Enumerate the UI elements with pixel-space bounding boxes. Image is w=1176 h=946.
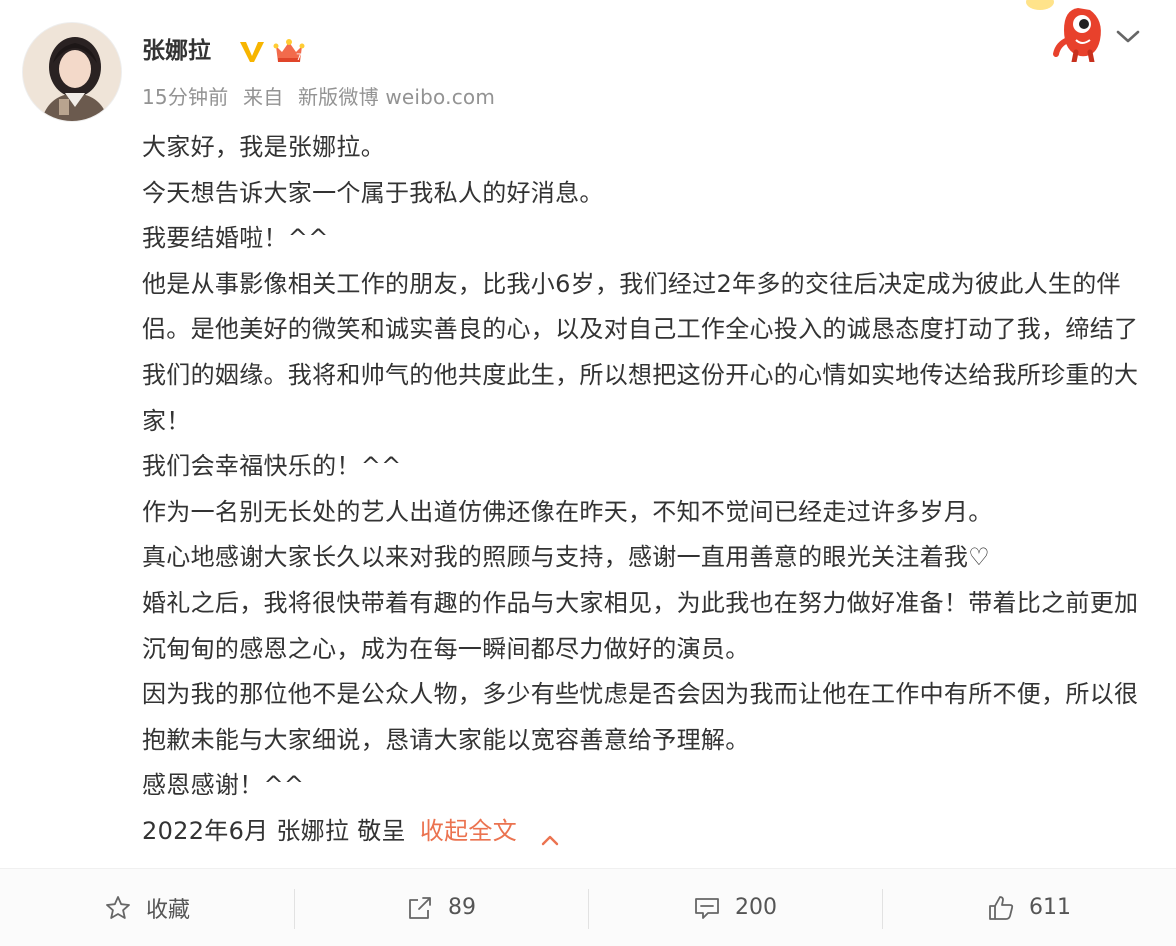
like-count: 611 — [1029, 895, 1071, 920]
mascot-icon — [1020, 0, 1110, 65]
comment-count: 200 — [735, 895, 777, 920]
chevron-up-icon[interactable] — [539, 821, 561, 845]
post-signature: 2022年6月 张娜拉 敬呈 — [142, 816, 406, 845]
post-paragraph: 他是从事影像相关工作的朋友，比我小6岁，我们经过2年多的交往后决定成为彼此人生的… — [142, 269, 1139, 435]
share-icon — [409, 896, 431, 919]
post-paragraph: 作为一名别无长处的艺人出道仿佛还像在昨天，不知不觉间已经走过许多岁月。 — [142, 497, 993, 526]
repost-button[interactable]: 89 — [294, 869, 588, 946]
source-prefix: 来自 — [243, 85, 284, 109]
post-meta: 15分钟前 来自 新版微博 weibo.com — [142, 82, 495, 112]
avatar[interactable] — [22, 22, 122, 122]
post-paragraph: 婚礼之后，我将很快带着有趣的作品与大家相见，为此我也在努力做好准备！带着比之前更… — [142, 588, 1139, 663]
favorite-label: 收藏 — [145, 897, 190, 923]
post-source[interactable]: 新版微博 weibo.com — [298, 85, 495, 109]
post-paragraph: 因为我的那位他不是公众人物，多少有些忧虑是否会因为我而让他在工作中有所不便，所以… — [142, 680, 1139, 754]
post-paragraph: 感恩感谢！^^ — [142, 771, 305, 800]
crown-badge-icon[interactable]: 7 — [272, 36, 306, 66]
favorite-button[interactable]: 收藏 — [0, 869, 294, 946]
post-paragraph: 大家好，我是张娜拉。 — [142, 133, 385, 161]
repost-count: 89 — [448, 895, 476, 920]
post-paragraph: 真心地感谢大家长久以来对我的照顾与支持，感谢一直用善意的眼光关注着我♡ — [142, 543, 991, 572]
comment-icon — [695, 897, 719, 919]
post-actions-bar: 收藏 89 200 611 — [0, 868, 1176, 946]
star-icon — [106, 895, 130, 919]
post-paragraph: 我要结婚啦！^^ — [142, 224, 329, 253]
comment-button[interactable]: 200 — [588, 869, 882, 946]
collapse-full-text-link[interactable]: 收起全文 — [420, 809, 517, 855]
username[interactable]: 张娜拉 — [142, 34, 211, 68]
post-paragraph: 今天想告诉大家一个属于我私人的好消息。 — [142, 178, 604, 207]
post-paragraph: 我们会幸福快乐的！^^ — [142, 452, 402, 481]
thumbs-up-icon — [989, 895, 1014, 920]
more-options-chevron-icon[interactable] — [1112, 20, 1144, 52]
weibo-post-card: 张娜拉 7 15分钟前 来自 新版微博 weibo.com 大家好，我是张娜拉。… — [0, 0, 1176, 946]
like-button[interactable]: 611 — [882, 869, 1176, 946]
post-body: 大家好，我是张娜拉。 今天想告诉大家一个属于我私人的好消息。 我要结婚啦！^^ … — [142, 125, 1152, 855]
svg-text:7: 7 — [296, 53, 302, 63]
post-signature-line: 2022年6月 张娜拉 敬呈 收起全文 — [142, 809, 1152, 855]
post-time[interactable]: 15分钟前 — [142, 85, 228, 109]
verified-badge-icon — [238, 38, 266, 64]
